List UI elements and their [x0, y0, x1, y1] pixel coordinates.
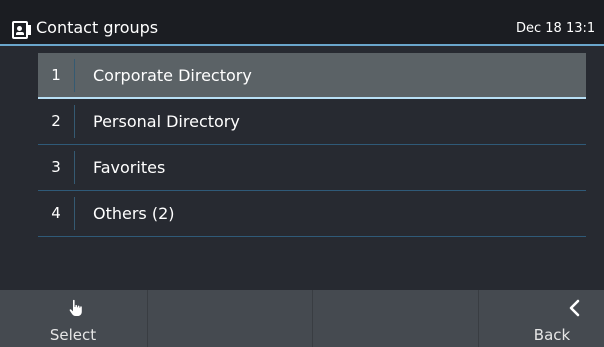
- divider: [74, 59, 75, 92]
- list-item-number: 4: [51, 204, 61, 222]
- softkey-label: Select: [49, 326, 97, 344]
- contact-book-icon: [12, 21, 31, 39]
- list-item-number: 3: [51, 158, 61, 176]
- list-item-label: Favorites: [93, 158, 166, 177]
- clock: Dec 18 13:1: [516, 21, 596, 36]
- divider: [74, 105, 75, 138]
- list-item-corporate-directory[interactable]: 1 Corporate Directory: [38, 53, 586, 99]
- header-divider: [0, 44, 604, 46]
- page-title: Contact groups: [36, 18, 159, 37]
- divider: [74, 151, 75, 184]
- header-bar: Contact groups Dec 18 13:1: [0, 0, 604, 46]
- divider: [74, 197, 75, 230]
- list-item-number: 1: [51, 66, 61, 84]
- phone-screen: Contact groups Dec 18 13:1 1 Corporate D…: [0, 0, 604, 347]
- hand-pointer-icon: [69, 299, 82, 316]
- softkey-3[interactable]: [312, 290, 478, 347]
- list-item-personal-directory[interactable]: 2 Personal Directory: [38, 99, 586, 145]
- list-item-others[interactable]: 4 Others (2): [38, 191, 586, 237]
- softkey-bar: Select Back: [0, 290, 604, 347]
- list-item-number: 2: [51, 112, 61, 130]
- back-softkey[interactable]: Back: [478, 290, 604, 347]
- list-item-label: Others (2): [93, 204, 175, 223]
- list-item-label: Corporate Directory: [93, 66, 252, 85]
- softkey-label: Back: [533, 326, 571, 344]
- select-softkey[interactable]: Select: [0, 290, 147, 347]
- contact-group-list: 1 Corporate Directory 2 Personal Directo…: [38, 53, 586, 237]
- chevron-left-icon: [569, 299, 580, 317]
- softkey-2[interactable]: [147, 290, 312, 347]
- list-item-label: Personal Directory: [93, 112, 240, 131]
- list-item-favorites[interactable]: 3 Favorites: [38, 145, 586, 191]
